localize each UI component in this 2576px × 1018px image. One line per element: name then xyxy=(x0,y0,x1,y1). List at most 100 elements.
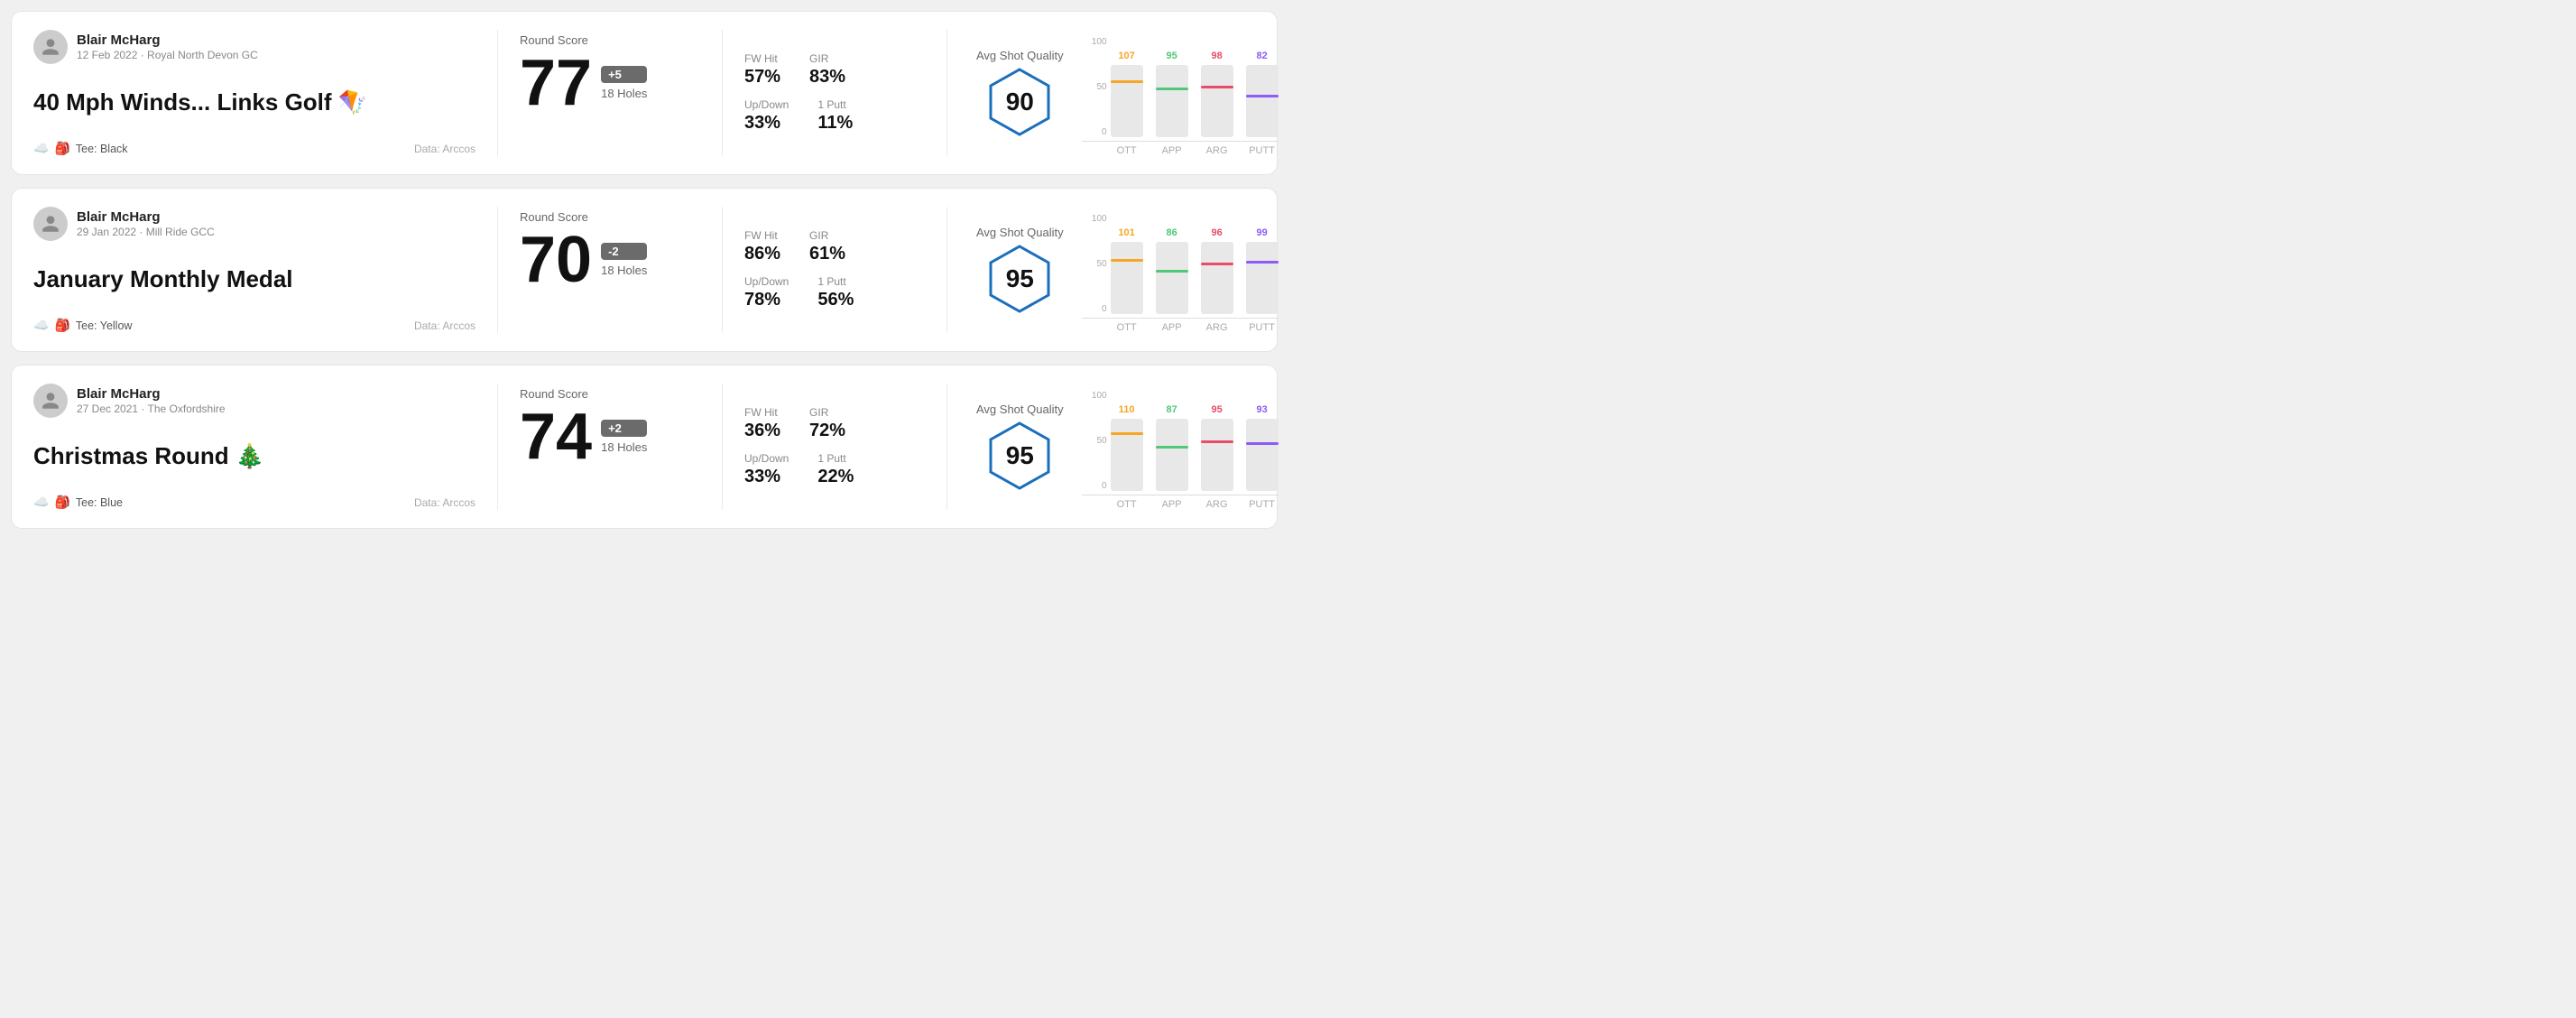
y-axis: 100 50 0 xyxy=(1082,215,1107,314)
card-middle-section: Round Score74+218 Holes xyxy=(520,384,700,510)
bar-wrapper xyxy=(1156,65,1188,137)
x-label: OTT xyxy=(1111,322,1143,333)
quality-label: Avg Shot Quality xyxy=(976,49,1064,62)
oneputt-stat: 1 Putt 22% xyxy=(817,452,854,487)
bar-col-app: 87 xyxy=(1156,404,1188,491)
bar-value-label: 110 xyxy=(1119,404,1135,415)
x-label: APP xyxy=(1156,499,1188,510)
score-badge-col: +5 18 Holes xyxy=(601,66,647,100)
y-axis-label: 100 xyxy=(1092,215,1107,224)
tee-label: Tee: Blue xyxy=(76,496,123,509)
x-label: ARG xyxy=(1201,145,1233,156)
stats-row-2: Up/Down 78% 1 Putt 56% xyxy=(744,275,925,310)
holes-label: 18 Holes xyxy=(601,440,647,454)
gir-stat: GIR 72% xyxy=(809,406,845,441)
oneputt-label: 1 Putt xyxy=(817,452,854,465)
user-row: Blair McHarg29 Jan 2022 · Mill Ride GCC xyxy=(33,207,475,241)
tee-label: Tee: Yellow xyxy=(76,319,133,332)
y-axis-label: 0 xyxy=(1102,305,1107,314)
y-axis-label: 50 xyxy=(1096,260,1106,269)
round-card-2: Blair McHarg29 Jan 2022 · Mill Ride GCC J… xyxy=(11,188,1278,352)
weather-icon: ☁️ xyxy=(33,318,49,333)
score-badge: -2 xyxy=(601,243,647,260)
bar-col-ott: 110 xyxy=(1111,404,1143,491)
x-label: PUTT xyxy=(1246,322,1279,333)
bar-col-arg: 96 xyxy=(1201,227,1233,314)
holes-label: 18 Holes xyxy=(601,264,647,277)
avatar xyxy=(33,384,68,418)
card-footer: ☁️🎒Tee: BlackData: Arccos xyxy=(33,141,475,156)
bar-value-label: 98 xyxy=(1211,51,1222,61)
stats-row-2: Up/Down 33% 1 Putt 22% xyxy=(744,452,925,487)
round-score-label: Round Score xyxy=(520,387,700,401)
bar-chart: 100500101869699OTTAPPARGPUTT xyxy=(1082,207,1279,333)
bar-wrapper xyxy=(1246,242,1279,314)
y-axis: 100500 xyxy=(1082,38,1107,137)
bars-area: 100500110879593 xyxy=(1082,392,1279,491)
bar-col-putt: 93 xyxy=(1246,404,1279,491)
bar-line xyxy=(1201,440,1233,443)
holes-label: 18 Holes xyxy=(601,87,647,100)
score-badge: +5 xyxy=(601,66,647,83)
card-quality-section: Avg Shot Quality 95 100500101869699OTTAP… xyxy=(969,207,1279,333)
bar-wrapper xyxy=(1111,419,1143,491)
hexagon-container: Avg Shot Quality 95 xyxy=(976,403,1064,492)
user-date: 29 Jan 2022 · Mill Ride GCC xyxy=(77,226,215,238)
bar-value-label: 96 xyxy=(1211,227,1222,238)
oneputt-value: 11% xyxy=(817,113,853,134)
user-row: Blair McHarg27 Dec 2021 · The Oxfordshir… xyxy=(33,384,475,418)
gir-label: GIR xyxy=(809,406,845,419)
divider-2 xyxy=(722,384,723,510)
bar-wrapper xyxy=(1201,65,1233,137)
hex-score: 90 xyxy=(1006,88,1034,116)
tee-info: ☁️🎒Tee: Blue xyxy=(33,495,123,510)
bar-col-ott: 107 xyxy=(1111,51,1143,137)
oneputt-stat: 1 Putt 56% xyxy=(817,275,854,310)
bar-wrapper xyxy=(1201,419,1233,491)
x-label: APP xyxy=(1156,145,1188,156)
gir-value: 83% xyxy=(809,67,845,88)
hexagon-container: Avg Shot Quality 90 xyxy=(976,49,1064,138)
bar-col-app: 86 xyxy=(1156,227,1188,314)
updown-stat: Up/Down 33% xyxy=(744,452,789,487)
big-score: 70 xyxy=(520,227,592,292)
round-score-label: Round Score xyxy=(520,33,700,47)
stats-row-1: FW Hit 57% GIR 83% xyxy=(744,52,925,88)
y-axis-label: 100 xyxy=(1092,38,1107,47)
updown-stat: Up/Down 33% xyxy=(744,98,789,134)
bar-wrapper xyxy=(1246,419,1279,491)
gir-label: GIR xyxy=(809,229,845,242)
oneputt-label: 1 Putt xyxy=(817,98,853,111)
bar-value-label: 82 xyxy=(1256,51,1267,61)
bar-wrapper xyxy=(1156,419,1188,491)
score-row: 77 +5 18 Holes xyxy=(520,51,700,116)
big-score: 77 xyxy=(520,51,592,116)
bar-col-app: 95 xyxy=(1156,51,1188,137)
user-info: Blair McHarg29 Jan 2022 · Mill Ride GCC xyxy=(77,209,215,238)
bar-wrapper xyxy=(1201,242,1233,314)
divider-2 xyxy=(722,30,723,156)
divider-1 xyxy=(497,30,498,156)
bar-line xyxy=(1156,270,1188,273)
round-title: January Monthly Medal xyxy=(33,265,475,293)
bar-wrapper xyxy=(1111,242,1143,314)
quality-label: Avg Shot Quality xyxy=(976,403,1064,416)
x-label: OTT xyxy=(1111,499,1143,510)
bar-wrapper xyxy=(1111,65,1143,137)
bar-chart: 100500107959882OTTAPPARGPUTT xyxy=(1082,30,1279,156)
score-badge-col: -2 18 Holes xyxy=(601,243,647,277)
card-left-section: Blair McHarg12 Feb 2022 · Royal North De… xyxy=(33,30,475,156)
bar-col-arg: 95 xyxy=(1201,404,1233,491)
bar-col-putt: 99 xyxy=(1246,227,1279,314)
divider-3 xyxy=(946,30,947,156)
weather-icon: ☁️ xyxy=(33,495,49,510)
card-left-section: Blair McHarg29 Jan 2022 · Mill Ride GCC J… xyxy=(33,207,475,333)
bar-value-label: 99 xyxy=(1256,227,1267,238)
updown-label: Up/Down xyxy=(744,452,789,465)
score-badge-col: +218 Holes xyxy=(601,420,647,454)
bar-line xyxy=(1156,446,1188,449)
fw-hit-value: 57% xyxy=(744,67,780,88)
hexagon-container: Avg Shot Quality 95 xyxy=(976,226,1064,315)
bar-value-label: 93 xyxy=(1256,404,1267,415)
card-quality-section: Avg Shot Quality 90 100500107959882OTTAP… xyxy=(969,30,1279,156)
